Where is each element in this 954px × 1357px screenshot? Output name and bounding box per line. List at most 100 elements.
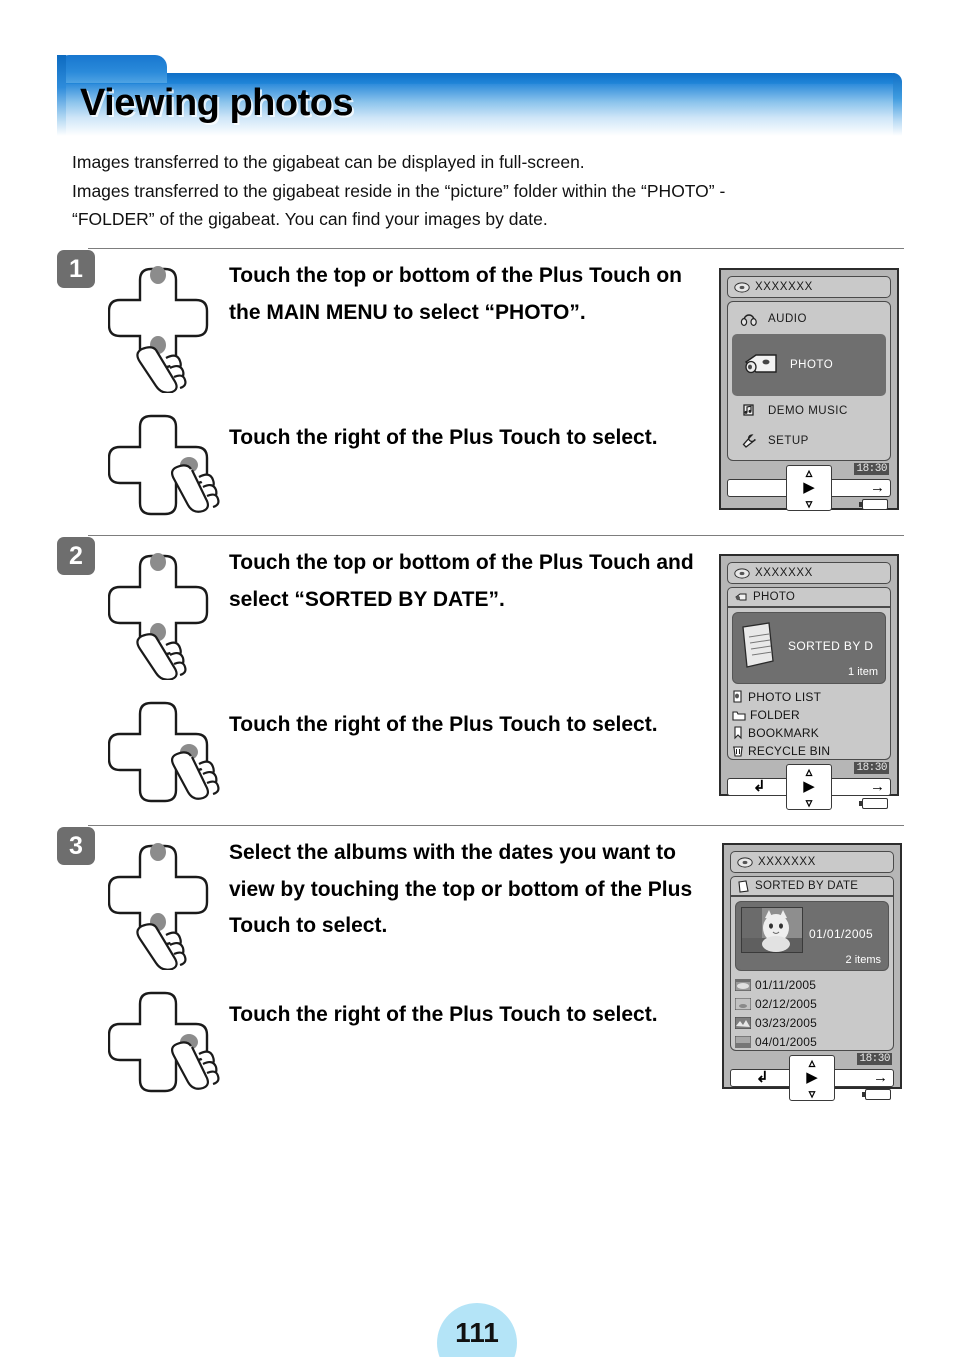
main-menu-list: AUDIO PHOTO DEMO MUSIC SETUP bbox=[727, 301, 891, 461]
step-instruction-primary: Touch the top or bottom of the Plus Touc… bbox=[229, 551, 694, 611]
photo-thumbnail-icon bbox=[735, 979, 751, 991]
nav-up-icon[interactable]: ▵ bbox=[809, 1056, 816, 1069]
folder-icon bbox=[732, 708, 746, 722]
nav-back-arrow-icon[interactable]: ↲ bbox=[756, 1069, 769, 1087]
nav-down-icon[interactable]: ▿ bbox=[806, 796, 813, 809]
list-item-bookmark[interactable]: BOOKMARK bbox=[732, 725, 886, 741]
device-navigation-bar: ▵ ▶ ▿ ↲ → 18:30 bbox=[730, 1053, 894, 1101]
list-item-label: 04/01/2005 bbox=[755, 1035, 818, 1049]
calendar-icon bbox=[739, 621, 781, 669]
nav-down-icon[interactable]: ▿ bbox=[806, 497, 813, 510]
photo-list-icon bbox=[732, 690, 744, 704]
step-number-badge: 2 bbox=[57, 537, 95, 575]
camera-icon bbox=[740, 350, 780, 380]
nav-play-icon[interactable]: ▶ bbox=[803, 779, 815, 795]
screen-title-text: XXXXXXX bbox=[755, 281, 813, 293]
screen-title-bar: XXXXXXX bbox=[727, 562, 891, 584]
trash-icon bbox=[732, 744, 744, 758]
nav-up-icon[interactable]: ▵ bbox=[806, 765, 813, 778]
list-item-date[interactable]: 02/12/2005 bbox=[735, 996, 889, 1012]
list-item-photo-list[interactable]: PHOTO LIST bbox=[732, 689, 886, 705]
device-screen-sorted-by-date: XXXXXXX SORTED BY DATE 01/01/2005 2 item… bbox=[722, 843, 902, 1101]
selected-album-label: SORTED BY D bbox=[788, 639, 874, 653]
screen-subtitle-text: PHOTO bbox=[753, 591, 796, 603]
menu-item-label: AUDIO bbox=[768, 313, 807, 325]
list-item-label: 01/11/2005 bbox=[755, 978, 817, 992]
photo-thumbnail-icon bbox=[735, 1036, 751, 1048]
clock-display: 18:30 bbox=[857, 1053, 892, 1065]
step-2: 2 Touch the top or bottom of the Plus To… bbox=[0, 535, 954, 810]
camera-icon bbox=[734, 591, 748, 603]
wrench-icon bbox=[740, 432, 758, 450]
list-item-date[interactable]: 03/23/2005 bbox=[735, 1015, 889, 1031]
step-divider bbox=[88, 535, 904, 536]
device-navigation-bar: ▵ ▶ ▿ ↲ → 18:30 bbox=[727, 762, 891, 810]
list-item-recycle-bin[interactable]: RECYCLE BIN bbox=[732, 743, 886, 759]
page-title: Viewing photos bbox=[80, 82, 354, 124]
screen-subtitle-bar: PHOTO bbox=[727, 587, 891, 607]
header-right-edge bbox=[893, 73, 902, 136]
menu-item-photo[interactable]: PHOTO bbox=[732, 334, 886, 396]
screen-title-bar: XXXXXXX bbox=[727, 276, 891, 298]
plus-touch-vertical-illustration bbox=[108, 835, 223, 970]
nav-play-icon[interactable]: ▶ bbox=[806, 1070, 818, 1086]
photo-submenu-list: PHOTO LIST FOLDER BOOKMARK RECYCLE BIN bbox=[732, 689, 886, 759]
photo-menu-list: SORTED BY D 1 item PHOTO LIST FOLDER BOO… bbox=[727, 607, 891, 760]
list-item-label: RECYCLE BIN bbox=[748, 744, 831, 758]
selected-album-count: 1 item bbox=[848, 666, 878, 678]
selected-album-card[interactable]: 01/01/2005 2 items bbox=[735, 901, 889, 971]
date-album-list: 01/01/2005 2 items 01/11/2005 02/12/2005… bbox=[730, 896, 894, 1051]
intro-line-2: Images transferred to the gigabeat resid… bbox=[72, 180, 726, 201]
disc-icon bbox=[737, 856, 753, 868]
photo-thumbnail bbox=[741, 907, 803, 953]
menu-item-setup[interactable]: SETUP bbox=[732, 426, 886, 456]
device-screen-photo-menu: XXXXXXX PHOTO SORTED BY D 1 item PHOTO L… bbox=[719, 554, 899, 810]
device-navigation-bar: ▵ ▶ ▿ → 18:30 bbox=[727, 463, 891, 511]
list-item-date[interactable]: 04/01/2005 bbox=[735, 1034, 889, 1050]
screen-subtitle-bar: SORTED BY DATE bbox=[730, 876, 894, 896]
disc-icon bbox=[734, 281, 750, 293]
nav-play-icon[interactable]: ▶ bbox=[803, 480, 815, 496]
nav-right-arrow-icon[interactable]: → bbox=[870, 480, 885, 496]
nav-up-icon[interactable]: ▵ bbox=[806, 466, 813, 479]
battery-icon bbox=[859, 798, 888, 809]
clock-display: 18:30 bbox=[854, 762, 889, 774]
plus-touch-right-illustration bbox=[108, 700, 223, 810]
nav-right-arrow-icon[interactable]: → bbox=[870, 779, 885, 795]
headphones-icon bbox=[740, 310, 758, 328]
nav-back-arrow-icon[interactable]: ↲ bbox=[753, 778, 766, 796]
nav-down-icon[interactable]: ▿ bbox=[809, 1087, 816, 1100]
step-number-badge: 3 bbox=[57, 827, 95, 865]
intro-paragraph: Images transferred to the gigabeat can b… bbox=[72, 148, 912, 234]
step-instruction-primary: Touch the top or bottom of the Plus Touc… bbox=[229, 264, 682, 324]
step-instruction-secondary: Touch the right of the Plus Touch to sel… bbox=[229, 1003, 658, 1026]
nav-right-arrow-icon[interactable]: → bbox=[873, 1070, 888, 1086]
intro-line-3: “FOLDER” of the gigabeat. You can find y… bbox=[72, 209, 548, 229]
calendar-icon bbox=[737, 879, 750, 893]
plus-touch-vertical-illustration bbox=[108, 545, 223, 680]
list-item-folder[interactable]: FOLDER bbox=[732, 707, 886, 723]
step-number-badge: 1 bbox=[57, 250, 95, 288]
screen-title-text: XXXXXXX bbox=[758, 856, 816, 868]
menu-item-label: PHOTO bbox=[790, 359, 834, 371]
plus-touch-right-illustration bbox=[108, 413, 223, 523]
clock-display: 18:30 bbox=[854, 463, 889, 475]
list-item-label: FOLDER bbox=[750, 708, 800, 722]
device-screen-main-menu: XXXXXXX AUDIO PHOTO DEMO MUSIC SETUP ▵ ▶… bbox=[719, 268, 899, 511]
selected-album-card[interactable]: SORTED BY D 1 item bbox=[732, 612, 886, 684]
bookmark-icon bbox=[732, 726, 744, 740]
intro-line-1: Images transferred to the gigabeat can b… bbox=[72, 152, 585, 172]
step-divider bbox=[88, 248, 904, 249]
disc-icon bbox=[734, 567, 750, 579]
page-number-badge: 111 bbox=[437, 1303, 517, 1357]
menu-item-demo-music[interactable]: DEMO MUSIC bbox=[732, 396, 886, 426]
step-instruction-secondary: Touch the right of the Plus Touch to sel… bbox=[229, 426, 658, 449]
menu-item-label: DEMO MUSIC bbox=[768, 405, 848, 417]
plus-touch-right-illustration bbox=[108, 990, 223, 1100]
page-header: Viewing photos bbox=[0, 0, 954, 140]
menu-item-audio[interactable]: AUDIO bbox=[732, 304, 886, 334]
list-item-date[interactable]: 01/11/2005 bbox=[735, 977, 889, 993]
list-item-label: 02/12/2005 bbox=[755, 997, 818, 1011]
battery-icon bbox=[862, 1089, 891, 1100]
step-3: 3 Select the albums with the dates you w… bbox=[0, 825, 954, 1101]
